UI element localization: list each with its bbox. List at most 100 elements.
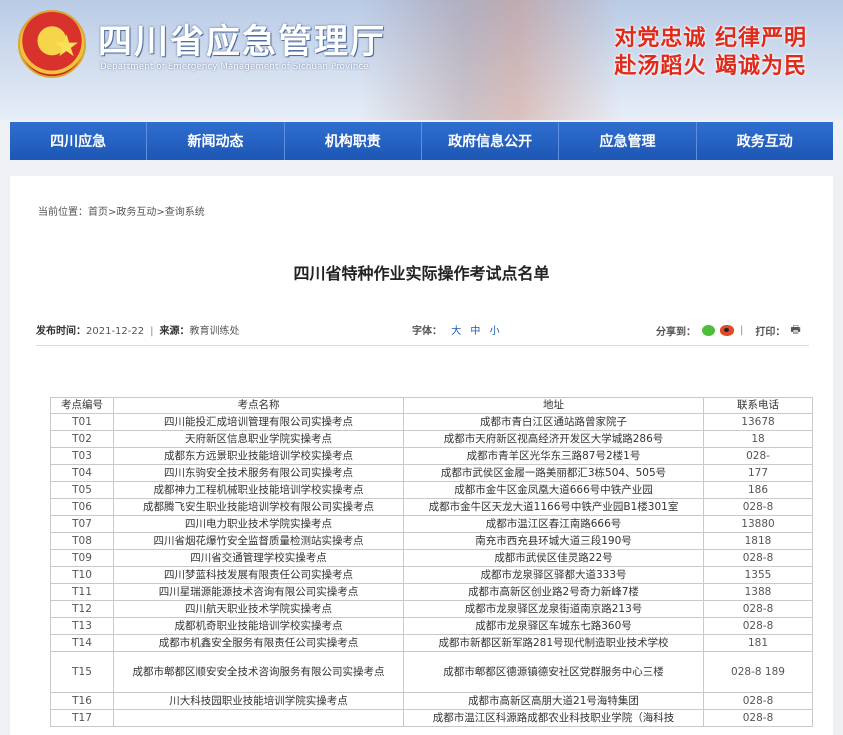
cell-phone: 028-8: [703, 709, 813, 727]
nav-gov-info[interactable]: 政府信息公开: [422, 122, 560, 160]
weibo-icon[interactable]: [720, 325, 734, 336]
table-row: T02 天府新区信息职业学院实操考点 成都市天府新区视高经济开发区大学城路286号 1…: [50, 430, 813, 448]
cell-id: T08: [50, 532, 114, 550]
col-header-phone: 联系电话: [703, 397, 813, 414]
site-name-en: Department of Emergency Management of Si…: [100, 62, 369, 72]
font-medium-button[interactable]: 中: [470, 326, 480, 337]
cell-id: T16: [50, 692, 114, 710]
col-header-address: 地址: [403, 397, 704, 414]
cell-id: T13: [50, 617, 114, 635]
cell-id: T12: [50, 600, 114, 618]
cell-id: T04: [50, 464, 114, 482]
cell-phone: 028-8: [703, 692, 813, 710]
table-row: T09 四川省交通管理学校实操考点 成都市武侯区佳灵路22号 028-8: [50, 549, 813, 567]
cell-id: T02: [50, 430, 114, 448]
article-meta: 发布时间：2021-12-22 | 来源：教育训练处: [36, 322, 240, 337]
cell-phone: 181: [703, 634, 813, 652]
cell-phone: 186: [703, 481, 813, 499]
cell-phone: 1818: [703, 532, 813, 550]
cell-address: 成都市郫都区德源镇德安社区党群服务中心三楼: [403, 651, 704, 693]
share-bar: 分享到： | 打印： 🖶: [656, 321, 801, 340]
table-row: T10 四川梦蓝科技发展有限责任公司实操考点 成都市龙泉驿区驿都大道333号 1355: [50, 566, 813, 584]
cell-address: 成都市青白江区通站路曾家院子: [403, 413, 704, 431]
breadcrumb-query[interactable]: 查询系统: [165, 207, 205, 218]
publish-label: 发布时间：: [36, 326, 86, 337]
table-row: T16 川大科技园职业技能培训学院实操考点 成都市高新区高朋大道21号海特集团 028…: [50, 692, 813, 710]
cell-id: T07: [50, 515, 114, 533]
cell-name: [113, 709, 404, 727]
cell-address: 成都市龙泉驿区龙泉街道南京路213号: [403, 600, 704, 618]
table-row: T06 成都腾飞安生职业技能培训学校有限公司实操考点 成都市金牛区天龙大道1166号…: [50, 498, 813, 516]
nav-gov-interaction[interactable]: 政务互动: [697, 122, 833, 160]
table-row: T04 四川东驹安全技术服务有限公司实操考点 成都市武侯区金履一路美丽都汇3栋504…: [50, 464, 813, 482]
table-row: T17 成都市温江区科源路成都农业科技职业学院（海科技 028-8: [50, 709, 813, 727]
cell-name: 四川省交通管理学校实操考点: [113, 549, 404, 567]
table-row: T08 四川省烟花爆竹安全监督质量检测站实操考点 南充市西充县环城大道三段190号 1…: [50, 532, 813, 550]
source-value: 教育训练处: [189, 326, 240, 337]
cell-name: 成都神力工程机械职业技能培训学校实操考点: [113, 481, 404, 499]
share-divider: |: [740, 325, 744, 336]
cell-phone: 1388: [703, 583, 813, 601]
nav-sichuan-emergency[interactable]: 四川应急: [10, 122, 148, 160]
cell-name: 四川省烟花爆竹安全监督质量检测站实操考点: [113, 532, 404, 550]
cell-address: 南充市西充县环城大道三段190号: [403, 532, 704, 550]
cell-id: T09: [50, 549, 114, 567]
cell-id: T11: [50, 583, 114, 601]
cell-id: T10: [50, 566, 114, 584]
cell-name: 四川能投汇成培训管理有限公司实操考点: [113, 413, 404, 431]
cell-phone: 028-8: [703, 549, 813, 567]
table-row: T03 成都东方远景职业技能培训学校实操考点 成都市青羊区光华东三路87号2楼1号 0…: [50, 447, 813, 465]
cell-name: 天府新区信息职业学院实操考点: [113, 430, 404, 448]
cell-phone: 028-: [703, 447, 813, 465]
cell-address: 成都市温江区春江南路666号: [403, 515, 704, 533]
cell-address: 成都市温江区科源路成都农业科技职业学院（海科技: [403, 709, 704, 727]
breadcrumb-home[interactable]: 首页: [88, 207, 108, 218]
cell-name: 成都市机鑫安全服务有限责任公司实操考点: [113, 634, 404, 652]
main-nav: 四川应急 新闻动态 机构职责 政府信息公开 应急管理 政务互动: [10, 122, 833, 160]
cell-id: T15: [50, 651, 114, 693]
cell-id: T01: [50, 413, 114, 431]
cell-phone: 13880: [703, 515, 813, 533]
cell-address: 成都市金牛区天龙大道1166号中铁产业园B1楼301室: [403, 498, 704, 516]
cell-name: 成都市郫都区顺安安全技术咨询服务有限公司实操考点: [113, 651, 404, 693]
cell-id: T05: [50, 481, 114, 499]
source-label: 来源：: [159, 326, 190, 337]
font-large-button[interactable]: 大: [451, 326, 461, 337]
breadcrumb-sep: >: [156, 207, 165, 218]
table-row: T13 成都机奇职业技能培训学校实操考点 成都市龙泉驿区车城东七路360号 028-8: [50, 617, 813, 635]
meta-divider-line: [36, 345, 809, 346]
cell-id: T14: [50, 634, 114, 652]
col-header-id: 考点编号: [50, 397, 114, 414]
cell-name: 四川梦蓝科技发展有限责任公司实操考点: [113, 566, 404, 584]
print-button[interactable]: 打印： 🖶: [755, 321, 800, 340]
share-label: 分享到：: [656, 327, 696, 338]
table-row: T12 四川航天职业技术学院实操考点 成都市龙泉驿区龙泉街道南京路213号 028-8: [50, 600, 813, 618]
cell-phone: 18: [703, 430, 813, 448]
font-small-button[interactable]: 小: [490, 326, 500, 337]
cell-name: 四川东驹安全技术服务有限公司实操考点: [113, 464, 404, 482]
national-emblem-icon: ★: [18, 10, 86, 78]
wechat-icon[interactable]: [702, 325, 715, 336]
cell-address: 成都市新都区新军路281号现代制造职业技术学校: [403, 634, 704, 652]
table-row: T11 四川星瑞源能源技术咨询有限公司实操考点 成都市高新区创业路2号奇力新峰7楼 1…: [50, 583, 813, 601]
cell-name: 成都机奇职业技能培训学校实操考点: [113, 617, 404, 635]
breadcrumb: 当前位置：首页>政务互动>查询系统: [38, 203, 205, 218]
cell-phone: 1355: [703, 566, 813, 584]
print-label: 打印：: [755, 327, 786, 338]
cell-name: 成都东方远景职业技能培训学校实操考点: [113, 447, 404, 465]
cell-phone: 028-8: [703, 600, 813, 618]
breadcrumb-interaction[interactable]: 政务互动: [116, 207, 156, 218]
table-row: T14 成都市机鑫安全服务有限责任公司实操考点 成都市新都区新军路281号现代制造职…: [50, 634, 813, 652]
slogan-line-2: 赴汤蹈火 竭诚为民: [614, 53, 807, 79]
nav-emergency-mgmt[interactable]: 应急管理: [559, 122, 697, 160]
cell-phone: 028-8: [703, 617, 813, 635]
cell-id: T03: [50, 447, 114, 465]
nav-news[interactable]: 新闻动态: [147, 122, 285, 160]
site-name[interactable]: 四川省应急管理厅: [98, 14, 386, 63]
header-banner: ★ 四川省应急管理厅 Department of Emergency Manag…: [0, 0, 843, 120]
banner-photo: [360, 0, 620, 120]
cell-address: 成都市金牛区金凤凰大道666号中铁产业园: [403, 481, 704, 499]
cell-address: 成都市龙泉驿区车城东七路360号: [403, 617, 704, 635]
printer-icon[interactable]: 🖶: [790, 321, 800, 340]
nav-org-duties[interactable]: 机构职责: [285, 122, 422, 160]
